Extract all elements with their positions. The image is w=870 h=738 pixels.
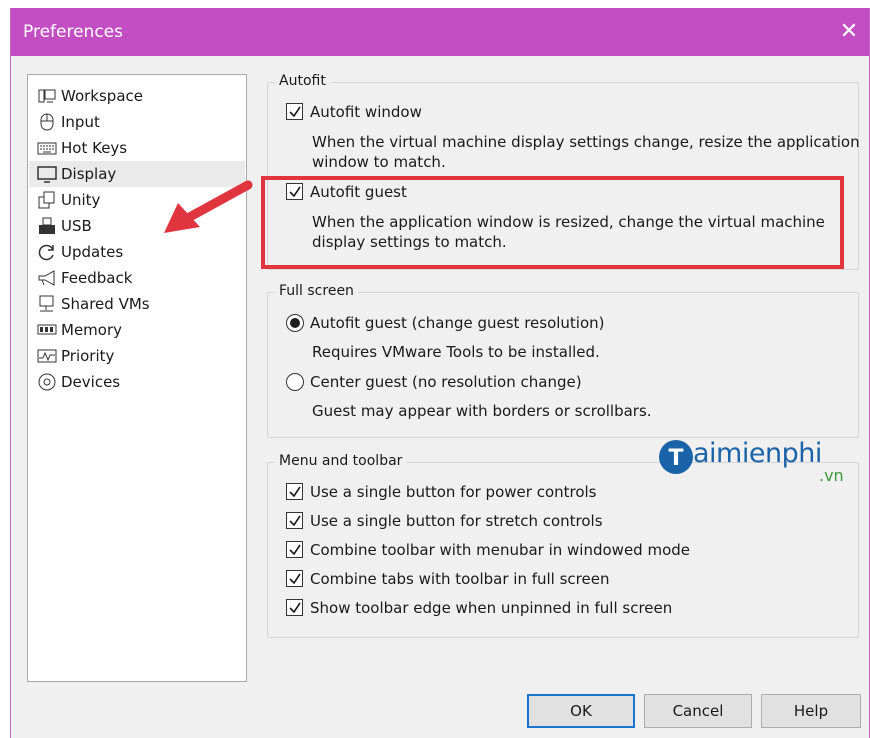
megaphone-icon xyxy=(37,268,57,288)
sidebar-item-label: Display xyxy=(61,165,117,183)
sidebar-item-workspace[interactable]: Workspace xyxy=(29,83,245,109)
center-guest-radio-description: Guest may appear with borders or scrollb… xyxy=(312,402,652,420)
checkmark-icon xyxy=(289,602,301,614)
shared-vms-icon xyxy=(37,294,57,314)
description-line: When the virtual machine display setting… xyxy=(312,133,860,151)
combine-toolbar-menubar-checkbox[interactable] xyxy=(286,541,303,558)
keyboard-icon xyxy=(37,138,57,158)
sidebar-item-hot-keys[interactable]: Hot Keys xyxy=(29,135,245,161)
watermark-logo: T aimienphi .vn xyxy=(659,436,859,486)
sidebar-item-label: Hot Keys xyxy=(61,139,128,157)
devices-icon xyxy=(37,372,57,392)
usb-icon xyxy=(37,216,57,236)
memory-icon xyxy=(37,320,57,340)
autofit-guest-radio[interactable] xyxy=(286,314,304,332)
combine-toolbar-menubar-label[interactable]: Combine toolbar with menubar in windowed… xyxy=(310,541,690,559)
radio-selected-dot xyxy=(290,318,300,328)
checkmark-icon xyxy=(289,544,301,556)
sidebar-item-shared-vms[interactable]: Shared VMs xyxy=(29,291,245,317)
sidebar-item-label: Memory xyxy=(61,321,123,339)
power-controls-label[interactable]: Use a single button for power controls xyxy=(310,483,597,501)
watermark-text: aimienphi xyxy=(693,438,822,469)
autofit-guest-radio-description: Requires VMware Tools to be installed. xyxy=(312,343,600,361)
autofit-guest-radio-label[interactable]: Autofit guest (change guest resolution) xyxy=(310,314,605,332)
description-line: window to match. xyxy=(312,153,446,171)
sidebar-item-devices[interactable]: Devices xyxy=(29,369,245,395)
monitor-icon xyxy=(37,164,57,184)
toolbar-edge-checkbox[interactable] xyxy=(286,599,303,616)
sidebar-item-label: Unity xyxy=(61,191,101,209)
sidebar-item-label: USB xyxy=(61,217,92,235)
sidebar-item-label: Devices xyxy=(61,373,121,391)
sidebar-item-label: Shared VMs xyxy=(61,295,150,313)
autofit-group-title: Autofit xyxy=(275,73,330,89)
sidebar-item-memory[interactable]: Memory xyxy=(29,317,245,343)
combine-tabs-toolbar-checkbox[interactable] xyxy=(286,570,303,587)
sidebar-item-priority[interactable]: Priority xyxy=(29,343,245,369)
checkmark-icon xyxy=(289,486,301,498)
stretch-controls-label[interactable]: Use a single button for stretch controls xyxy=(310,512,603,530)
workspace-icon xyxy=(37,86,57,106)
category-list[interactable]: Workspace Input Hot Keys Display Unity U… xyxy=(27,74,253,682)
sidebar-item-input[interactable]: Input xyxy=(29,109,245,135)
full-screen-group-title: Full screen xyxy=(275,283,358,299)
center-guest-radio-label[interactable]: Center guest (no resolution change) xyxy=(310,373,582,391)
preferences-window: Preferences ✕ Workspace Input Hot Keys D… xyxy=(10,8,870,738)
sidebar-item-label: Feedback xyxy=(61,269,133,287)
close-button[interactable]: ✕ xyxy=(829,8,869,56)
sidebar-item-label: Updates xyxy=(61,243,124,261)
checkmark-icon xyxy=(289,573,301,585)
sidebar-item-label: Workspace xyxy=(61,87,143,105)
sidebar-item-feedback[interactable]: Feedback xyxy=(29,265,245,291)
menu-toolbar-group-title: Menu and toolbar xyxy=(275,453,407,469)
priority-icon xyxy=(37,346,57,366)
svg-text:T: T xyxy=(668,446,683,471)
checkmark-icon xyxy=(289,106,301,118)
refresh-icon xyxy=(37,242,57,262)
autofit-window-label[interactable]: Autofit window xyxy=(310,103,422,121)
checkmark-icon xyxy=(289,515,301,527)
autofit-window-description: When the virtual machine display setting… xyxy=(312,132,860,172)
mouse-icon xyxy=(37,112,57,132)
sidebar-item-label: Input xyxy=(61,113,100,131)
combine-tabs-toolbar-label[interactable]: Combine tabs with toolbar in full screen xyxy=(310,570,609,588)
sidebar-item-label: Priority xyxy=(61,347,115,365)
watermark-domain: .vn xyxy=(819,466,844,485)
red-arrow-annotation xyxy=(164,180,253,233)
cancel-button[interactable]: Cancel xyxy=(644,694,752,728)
power-controls-checkbox[interactable] xyxy=(286,483,303,500)
toolbar-edge-label[interactable]: Show toolbar edge when unpinned in full … xyxy=(310,599,672,617)
watermark-t-icon: T xyxy=(659,440,693,474)
red-highlight-box xyxy=(261,176,844,269)
autofit-window-checkbox[interactable] xyxy=(286,103,303,120)
help-button[interactable]: Help xyxy=(761,694,861,728)
window-title: Preferences xyxy=(23,22,123,42)
title-bar: Preferences ✕ xyxy=(11,8,869,56)
close-icon[interactable]: ✕ xyxy=(840,19,858,44)
ok-button[interactable]: OK xyxy=(527,694,635,728)
center-guest-radio[interactable] xyxy=(286,373,304,391)
stretch-controls-checkbox[interactable] xyxy=(286,512,303,529)
unity-icon xyxy=(37,190,57,210)
